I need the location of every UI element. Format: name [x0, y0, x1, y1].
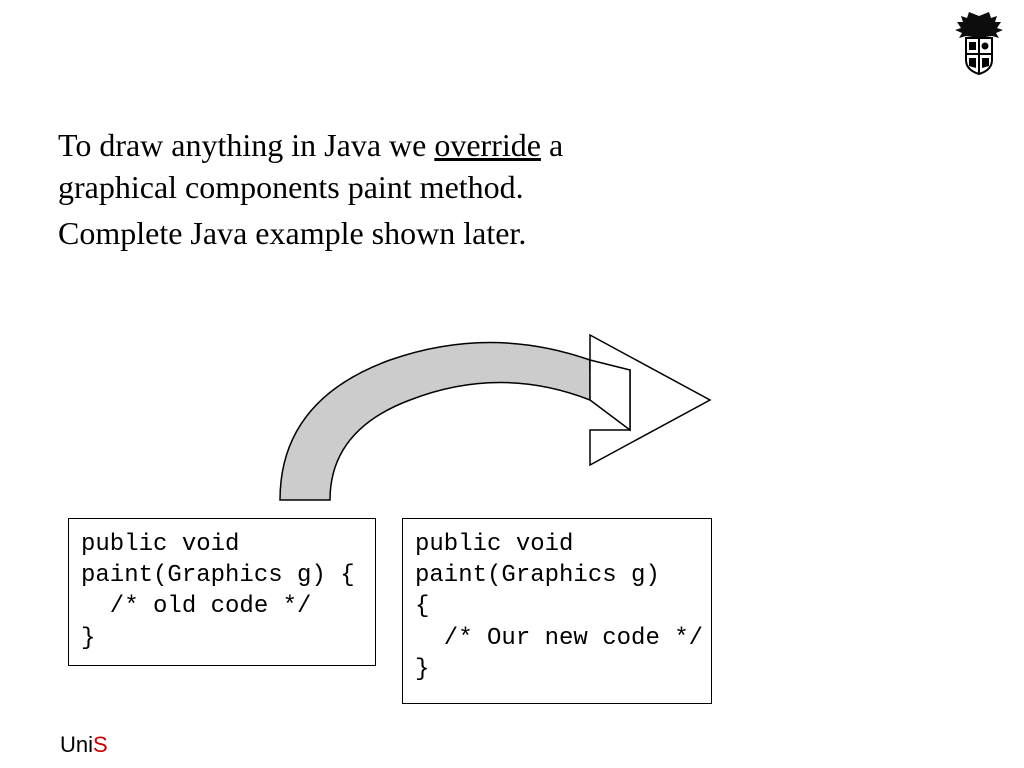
text-part: a — [541, 127, 563, 163]
text-line: Complete Java example shown later. — [58, 215, 526, 251]
underlined-word: override — [434, 127, 541, 163]
curved-arrow-icon — [250, 310, 770, 490]
text-line: graphical components paint method. — [58, 169, 524, 205]
unis-logo: UniS — [60, 732, 108, 758]
code-box-new: public void paint(Graphics g) { /* Our n… — [402, 518, 712, 704]
body-paragraph-2: Complete Java example shown later. — [58, 215, 526, 252]
unis-uni: Uni — [60, 732, 93, 757]
text-part: To draw anything in Java we — [58, 127, 434, 163]
unis-s: S — [93, 732, 108, 757]
university-crest-icon — [949, 8, 1009, 78]
code-box-old: public void paint(Graphics g) { /* old c… — [68, 518, 376, 666]
body-paragraph-1: To draw anything in Java we override a g… — [58, 125, 563, 208]
